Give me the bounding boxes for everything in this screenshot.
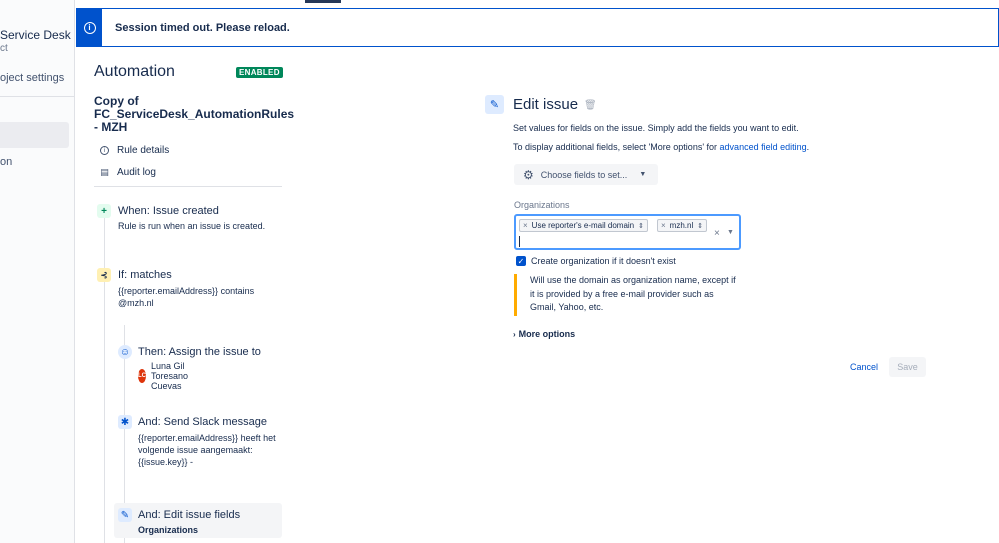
user-icon: ☺ xyxy=(118,345,132,359)
chevron-down-icon: ▼ xyxy=(639,171,647,178)
tag-mzh[interactable]: × mzh.nl ⇕ xyxy=(657,219,708,232)
sidebar-divider xyxy=(0,96,74,97)
pencil-icon: ✎ xyxy=(485,95,504,114)
clear-icon[interactable]: × xyxy=(714,228,720,239)
choose-fields-button[interactable]: ⚙ Choose fields to set... ▼ xyxy=(514,164,658,185)
text-caret xyxy=(519,236,520,247)
more-options-label: More options xyxy=(518,329,576,339)
info-icon: i xyxy=(100,146,109,155)
panel-description-more: To display additional fields, select 'Mo… xyxy=(513,142,809,152)
avatar: LC xyxy=(138,369,146,383)
component-title: And: Send Slack message xyxy=(138,416,268,428)
column-divider xyxy=(94,186,282,187)
info-note: Will use the domain as organization name… xyxy=(514,274,741,316)
status-badge: ENABLED xyxy=(236,67,283,78)
chevron-down-icon[interactable]: ▼ xyxy=(727,229,734,236)
assignee: LC Luna Gil Toresano Cuevas xyxy=(138,361,194,391)
trash-icon[interactable]: 🗑 xyxy=(584,100,597,111)
panel-title: Edit issue xyxy=(513,96,579,113)
component-title: When: Issue created xyxy=(118,205,219,217)
sidebar-item[interactable]: on xyxy=(0,156,12,168)
pencil-icon: ✎ xyxy=(118,508,132,522)
tag-label: mzh.nl xyxy=(669,221,694,230)
rule-details-label: Rule details xyxy=(117,145,170,156)
reorder-icon[interactable]: ⇕ xyxy=(638,222,644,230)
tag-reporter-domain[interactable]: × Use reporter's e-mail domain ⇕ xyxy=(519,219,648,232)
top-tab-indicator xyxy=(305,0,341,3)
create-org-checkbox[interactable]: ✓ xyxy=(516,256,526,266)
assignee-name: Luna Gil Toresano Cuevas xyxy=(151,361,189,391)
save-button[interactable]: Save xyxy=(889,357,926,377)
create-org-label[interactable]: Create organization if it doesn't exist xyxy=(531,256,676,266)
slack-icon: ✱ xyxy=(118,415,132,429)
choose-fields-label: Choose fields to set... xyxy=(540,169,628,180)
gear-icon: ⚙ xyxy=(523,167,534,182)
component-title: If: matches xyxy=(118,269,172,281)
session-banner: i Session timed out. Please reload. xyxy=(76,8,999,47)
sidebar-item-active[interactable] xyxy=(0,122,69,148)
audit-log-label: Audit log xyxy=(117,167,156,178)
audit-log-link[interactable]: ▤ Audit log xyxy=(100,167,156,178)
organizations-select[interactable]: × Use reporter's e-mail domain ⇕ × mzh.n… xyxy=(514,214,741,250)
component-desc: {{reporter.emailAddress}} heeft het volg… xyxy=(138,433,276,467)
component-desc: {{reporter.emailAddress}} contains @mzh.… xyxy=(118,286,255,308)
chevron-right-icon: › xyxy=(513,329,516,339)
desc-text: To display additional fields, select 'Mo… xyxy=(513,142,720,152)
cancel-button[interactable]: Cancel xyxy=(850,362,878,372)
component-desc: Rule is run when an issue is created. xyxy=(118,221,266,231)
sidebar-item-project-settings[interactable]: oject settings xyxy=(0,72,64,84)
more-options-toggle[interactable]: › More options xyxy=(513,329,575,339)
panel-description: Set values for fields on the issue. Simp… xyxy=(513,123,799,133)
remove-tag-icon[interactable]: × xyxy=(523,221,528,230)
remove-tag-icon[interactable]: × xyxy=(661,221,666,230)
banner-text[interactable]: Session timed out. Please reload. xyxy=(115,22,290,34)
component-title: Then: Assign the issue to xyxy=(138,346,261,358)
tag-label: Use reporter's e-mail domain xyxy=(531,221,635,230)
plus-icon: + xyxy=(97,204,111,218)
component-title: And: Edit issue fields xyxy=(138,509,241,521)
project-name[interactable]: Service Desk xyxy=(0,28,71,42)
field-label: Organizations xyxy=(514,200,570,210)
rule-name: Copy of FC_ServiceDesk_AutomationRules -… xyxy=(94,94,295,134)
document-icon: ▤ xyxy=(100,167,109,177)
project-type: ct xyxy=(0,43,8,54)
banner-icon-box: i xyxy=(77,9,102,46)
project-sidebar: Service Desk ct oject settings on xyxy=(0,0,75,543)
component-desc: Organizations xyxy=(138,525,199,535)
page-title: Automation xyxy=(94,63,175,80)
reorder-icon[interactable]: ⇕ xyxy=(697,222,703,230)
advanced-field-editing-link[interactable]: advanced field editing xyxy=(720,142,807,152)
rule-details-link[interactable]: i Rule details xyxy=(100,145,169,156)
flow-line xyxy=(104,214,105,543)
branch-icon: ⊰ xyxy=(97,268,111,282)
info-icon: i xyxy=(83,21,96,34)
desc-suffix: . xyxy=(806,142,810,152)
